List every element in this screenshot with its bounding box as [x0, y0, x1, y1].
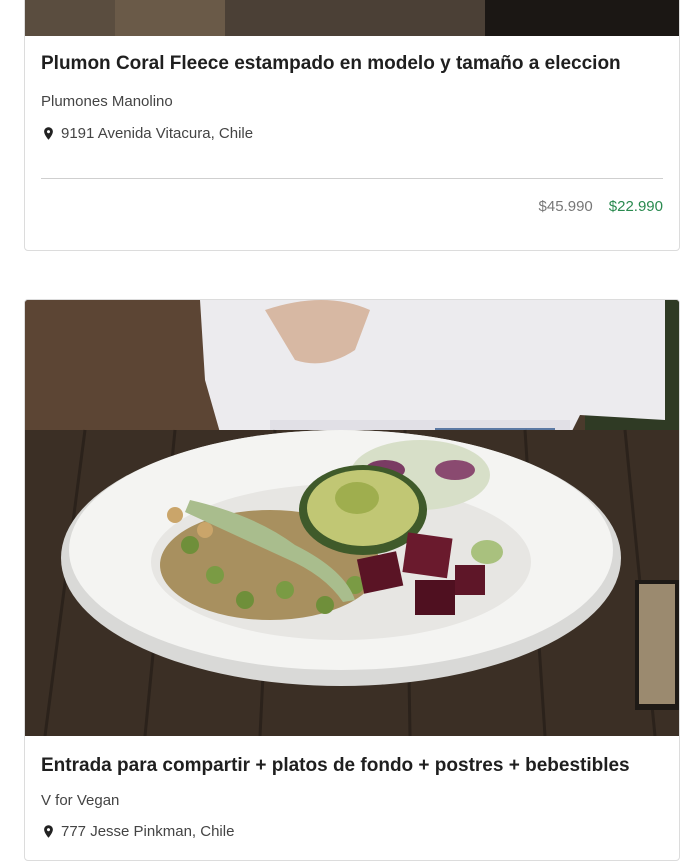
- merchant-name: V for Vegan: [41, 792, 120, 809]
- deal-title[interactable]: Plumon Coral Fleece estampado en modelo …: [41, 53, 663, 75]
- deal-image[interactable]: [25, 300, 679, 736]
- original-price: $45.990: [538, 198, 593, 215]
- deal-title[interactable]: Entrada para compartir + platos de fondo…: [41, 755, 663, 777]
- merchant-name: Plumones Manolino: [41, 93, 173, 110]
- location-pin-icon: [44, 127, 53, 140]
- deal-location: 9191 Avenida Vitacura, Chile: [41, 125, 253, 142]
- deal-card[interactable]: Entrada para compartir + platos de fondo…: [24, 299, 680, 861]
- location-text: 777 Jesse Pinkman, Chile: [61, 823, 235, 840]
- deal-location: 777 Jesse Pinkman, Chile: [41, 823, 234, 840]
- location-text: 9191 Avenida Vitacura, Chile: [61, 125, 254, 142]
- discount-price: $22.990: [608, 198, 663, 215]
- price-row: $45.990 $22.990: [539, 198, 663, 215]
- vegan-bowl-photo: [25, 300, 679, 736]
- location-pin-icon: [44, 825, 53, 838]
- deal-card[interactable]: Plumon Coral Fleece estampado en modelo …: [24, 0, 680, 251]
- deal-image[interactable]: [25, 0, 679, 36]
- divider: [41, 178, 663, 179]
